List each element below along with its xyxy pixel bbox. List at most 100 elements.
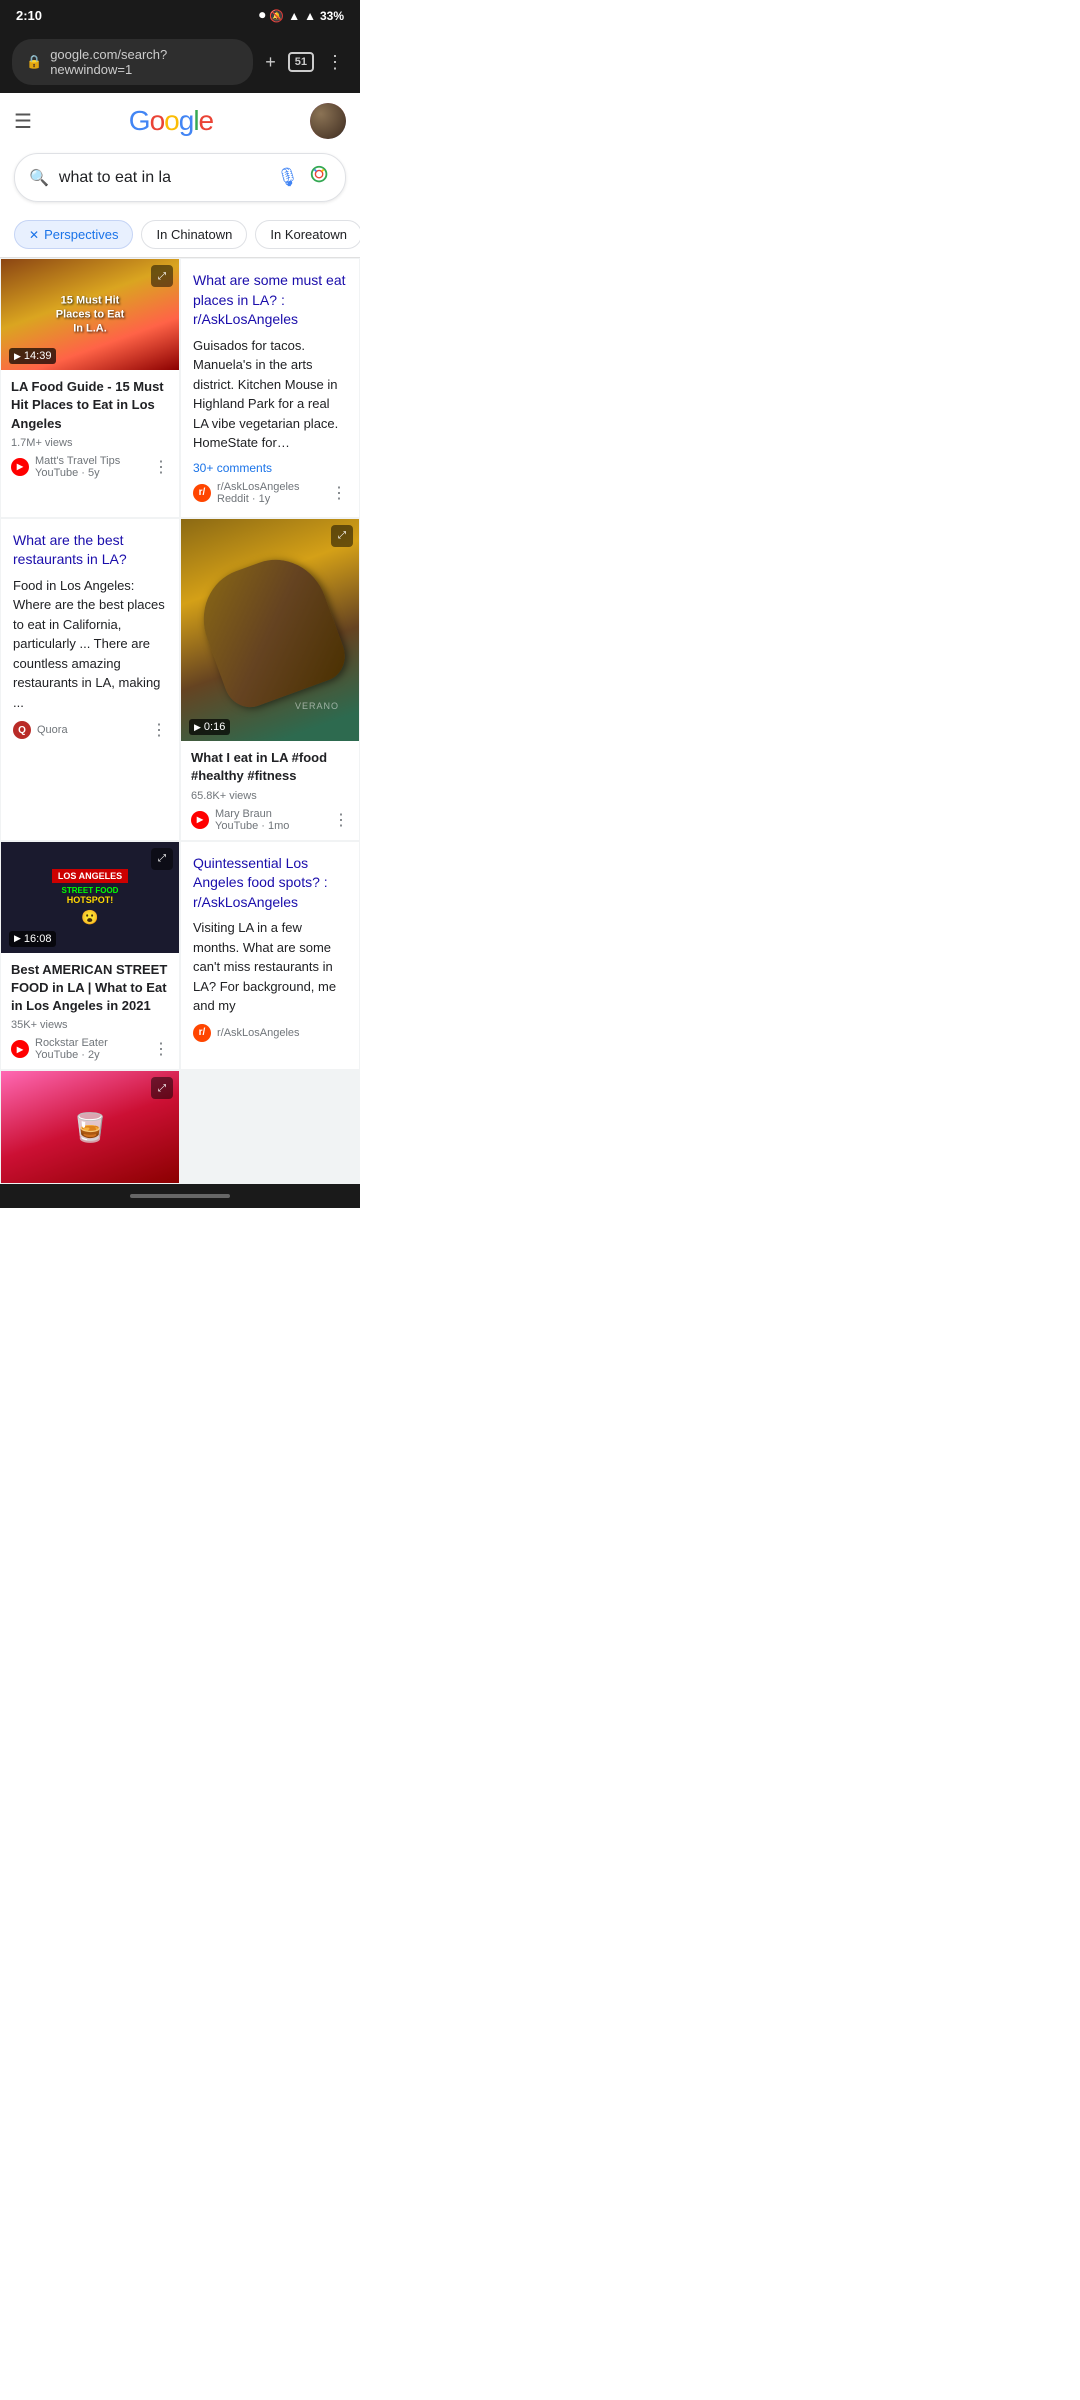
source-name-1: Matt's Travel Tips bbox=[35, 455, 120, 467]
card-source-4: ▶ Mary Braun YouTube · 1mo ⋮ bbox=[191, 808, 349, 832]
source-platform-4: YouTube · 1mo bbox=[215, 820, 289, 832]
source-name-2: r/AskLosAngeles bbox=[217, 481, 300, 493]
comments-badge: 30+ comments bbox=[193, 461, 347, 475]
search-query: what to eat in la bbox=[59, 169, 266, 187]
google-logo: Google bbox=[129, 105, 213, 137]
result-card-5[interactable]: LOS ANGELES STREET FOOD HOTSPOT! 😮 ⤢ ▶ 1… bbox=[1, 842, 179, 1070]
card-desc-6: Visiting LA in a few months. What are so… bbox=[193, 918, 347, 1016]
filter-chip-perspectives[interactable]: ✕ Perspectives bbox=[14, 220, 133, 249]
burrito-image bbox=[189, 546, 352, 714]
video-duration-1: ▶ 14:39 bbox=[9, 348, 56, 364]
expand-btn-5[interactable]: ⤢ bbox=[151, 848, 173, 870]
result-card-4[interactable]: VERANO ⤢ ▶ 0:16 What I eat in LA #food #… bbox=[181, 519, 359, 840]
card-content-5: Best AMERICAN STREET FOOD in LA | What t… bbox=[1, 953, 179, 1070]
video-duration-5: ▶ 16:08 bbox=[9, 931, 56, 947]
result-card-1[interactable]: 15 Must Hit Places to Eat In L.A. ⤢ ▶ 14… bbox=[1, 259, 179, 517]
signal-icon: ▲ bbox=[304, 9, 316, 23]
time: 2:10 bbox=[16, 8, 42, 23]
card-views-1: 1.7M+ views bbox=[11, 437, 169, 449]
card-views-5: 35K+ views bbox=[11, 1019, 169, 1031]
more-btn-5[interactable]: ⋮ bbox=[153, 1039, 169, 1059]
card-title-3: What are the best restaurants in LA? bbox=[13, 531, 167, 570]
status-bar: 2:10 ⏺ 🔕 ▲ ▲ 33% bbox=[0, 0, 360, 31]
youtube-icon-4: ▶ bbox=[191, 811, 209, 829]
expand-btn-4[interactable]: ⤢ bbox=[331, 525, 353, 547]
card-source-2: r/ r/AskLosAngeles Reddit · 1y ⋮ bbox=[193, 481, 347, 505]
result-card-6[interactable]: Quintessential Los Angeles food spots? :… bbox=[181, 842, 359, 1070]
search-bar-area: 🔍 what to eat in la 🎙 bbox=[0, 149, 360, 212]
source-platform-1: YouTube · 5y bbox=[35, 467, 120, 479]
recording-icon: ⏺ bbox=[259, 8, 265, 23]
video-thumbnail-7: 🥃 ⤢ bbox=[1, 1071, 179, 1182]
mic-icon[interactable]: 🎙 bbox=[276, 167, 299, 188]
more-btn-4[interactable]: ⋮ bbox=[333, 810, 349, 830]
source-name-3: Quora bbox=[37, 724, 68, 736]
card-content-1: LA Food Guide - 15 Must Hit Places to Ea… bbox=[1, 370, 179, 487]
tabs-count-button[interactable]: 51 bbox=[288, 52, 314, 72]
chip-label: In Koreatown bbox=[270, 227, 347, 242]
sf-label-3: HOTSPOT! bbox=[67, 895, 114, 905]
menu-button[interactable]: ⋮ bbox=[322, 48, 348, 77]
browser-bar: 🔒 google.com/search?newwindow=1 + 51 ⋮ bbox=[0, 31, 360, 93]
card-source-1: ▶ Matt's Travel Tips YouTube · 5y ⋮ bbox=[11, 455, 169, 479]
more-btn-2[interactable]: ⋮ bbox=[331, 483, 347, 503]
avatar[interactable] bbox=[310, 103, 346, 139]
card-title-5: Best AMERICAN STREET FOOD in LA | What t… bbox=[11, 961, 169, 1016]
source-platform-5: YouTube · 2y bbox=[35, 1049, 108, 1061]
thumb-text-1: 15 Must Hit Places to Eat In L.A. bbox=[46, 289, 135, 340]
quora-icon-3: Q bbox=[13, 721, 31, 739]
youtube-icon-1: ▶ bbox=[11, 458, 29, 476]
play-icon-5: ▶ bbox=[14, 933, 21, 944]
result-card-2[interactable]: What are some must eat places in LA? : r… bbox=[181, 259, 359, 517]
search-bar[interactable]: 🔍 what to eat in la 🎙 bbox=[14, 153, 346, 202]
play-icon-4: ▶ bbox=[194, 722, 201, 733]
sf-label-1: LOS ANGELES bbox=[52, 869, 128, 883]
chip-label: Perspectives bbox=[44, 227, 118, 242]
filter-chips: ✕ Perspectives In Chinatown In Koreatown… bbox=[0, 212, 360, 257]
source-name-6: r/AskLosAngeles bbox=[217, 1027, 300, 1039]
new-tab-button[interactable]: + bbox=[261, 48, 280, 77]
card-title-4: What I eat in LA #food #healthy #fitness bbox=[191, 749, 349, 785]
filter-chip-chinatown[interactable]: In Chinatown bbox=[141, 220, 247, 249]
results-grid: 15 Must Hit Places to Eat In L.A. ⤢ ▶ 14… bbox=[0, 258, 360, 1184]
card-title-1: LA Food Guide - 15 Must Hit Places to Ea… bbox=[11, 378, 169, 433]
play-icon: ▶ bbox=[14, 351, 21, 362]
lens-icon[interactable] bbox=[309, 164, 331, 191]
hamburger-menu[interactable]: ☰ bbox=[14, 109, 32, 134]
card-views-4: 65.8K+ views bbox=[191, 790, 349, 802]
card-source-5: ▶ Rockstar Eater YouTube · 2y ⋮ bbox=[11, 1037, 169, 1061]
expand-btn-7[interactable]: ⤢ bbox=[151, 1077, 173, 1099]
youtube-icon-5: ▶ bbox=[11, 1040, 29, 1058]
card-content-4: What I eat in LA #food #healthy #fitness… bbox=[181, 741, 359, 839]
more-btn-1[interactable]: ⋮ bbox=[153, 457, 169, 477]
wifi-icon: ▲ bbox=[288, 9, 300, 23]
card-desc-3: Food in Los Angeles: Where are the best … bbox=[13, 576, 167, 713]
result-card-7[interactable]: 🥃 ⤢ bbox=[1, 1071, 179, 1182]
card-title-2: What are some must eat places in LA? : r… bbox=[193, 271, 347, 330]
more-btn-3[interactable]: ⋮ bbox=[151, 720, 167, 740]
bottom-bar bbox=[0, 1184, 360, 1208]
lock-icon: 🔒 bbox=[26, 54, 42, 70]
video-duration-4: ▶ 0:16 bbox=[189, 719, 230, 735]
chip-close-icon: ✕ bbox=[29, 228, 39, 242]
filter-chip-koreatown[interactable]: In Koreatown bbox=[255, 220, 360, 249]
url-text: google.com/search?newwindow=1 bbox=[50, 47, 239, 77]
source-platform-2: Reddit · 1y bbox=[217, 493, 300, 505]
mute-icon: 🔕 bbox=[269, 9, 284, 23]
home-indicator bbox=[130, 1194, 230, 1198]
battery: 33% bbox=[320, 9, 344, 23]
reddit-icon-2: r/ bbox=[193, 484, 211, 502]
source-name-5: Rockstar Eater bbox=[35, 1037, 108, 1049]
card-source-3: Q Quora ⋮ bbox=[13, 720, 167, 740]
result-card-3[interactable]: What are the best restaurants in LA? Foo… bbox=[1, 519, 179, 840]
google-header: ☰ Google bbox=[0, 93, 360, 149]
sf-label-2: STREET FOOD bbox=[62, 886, 119, 895]
card-source-6: r/ r/AskLosAngeles bbox=[193, 1024, 347, 1042]
expand-btn-1[interactable]: ⤢ bbox=[151, 265, 173, 287]
source-name-4: Mary Braun bbox=[215, 808, 289, 820]
url-bar[interactable]: 🔒 google.com/search?newwindow=1 bbox=[12, 39, 253, 85]
search-icon: 🔍 bbox=[29, 168, 49, 188]
person-emoji: 😮 bbox=[81, 909, 98, 926]
status-icons: ⏺ 🔕 ▲ ▲ 33% bbox=[259, 8, 344, 23]
video-thumbnail-1: 15 Must Hit Places to Eat In L.A. ⤢ ▶ 14… bbox=[1, 259, 179, 370]
